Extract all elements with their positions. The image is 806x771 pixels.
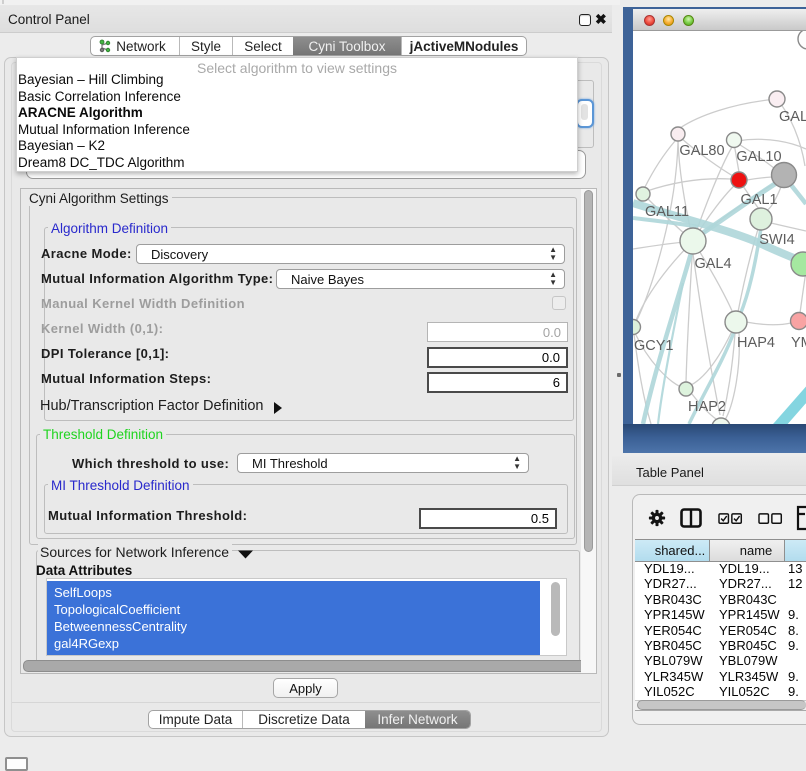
svg-text:HAP4: HAP4 [737,335,775,351]
svg-text:GAL10: GAL10 [736,149,781,165]
svg-text:GCY1: GCY1 [634,338,674,354]
svg-text:GAL2: GAL2 [779,109,806,125]
svg-text:SWI4: SWI4 [759,232,794,248]
svg-text:GAL4: GAL4 [694,256,731,272]
svg-text:GAL1: GAL1 [740,192,777,208]
svg-text:GAL80: GAL80 [679,143,724,159]
svg-text:HAP2: HAP2 [688,399,726,415]
svg-text:YM: YM [791,335,806,351]
svg-text:GAL11: GAL11 [645,204,689,220]
